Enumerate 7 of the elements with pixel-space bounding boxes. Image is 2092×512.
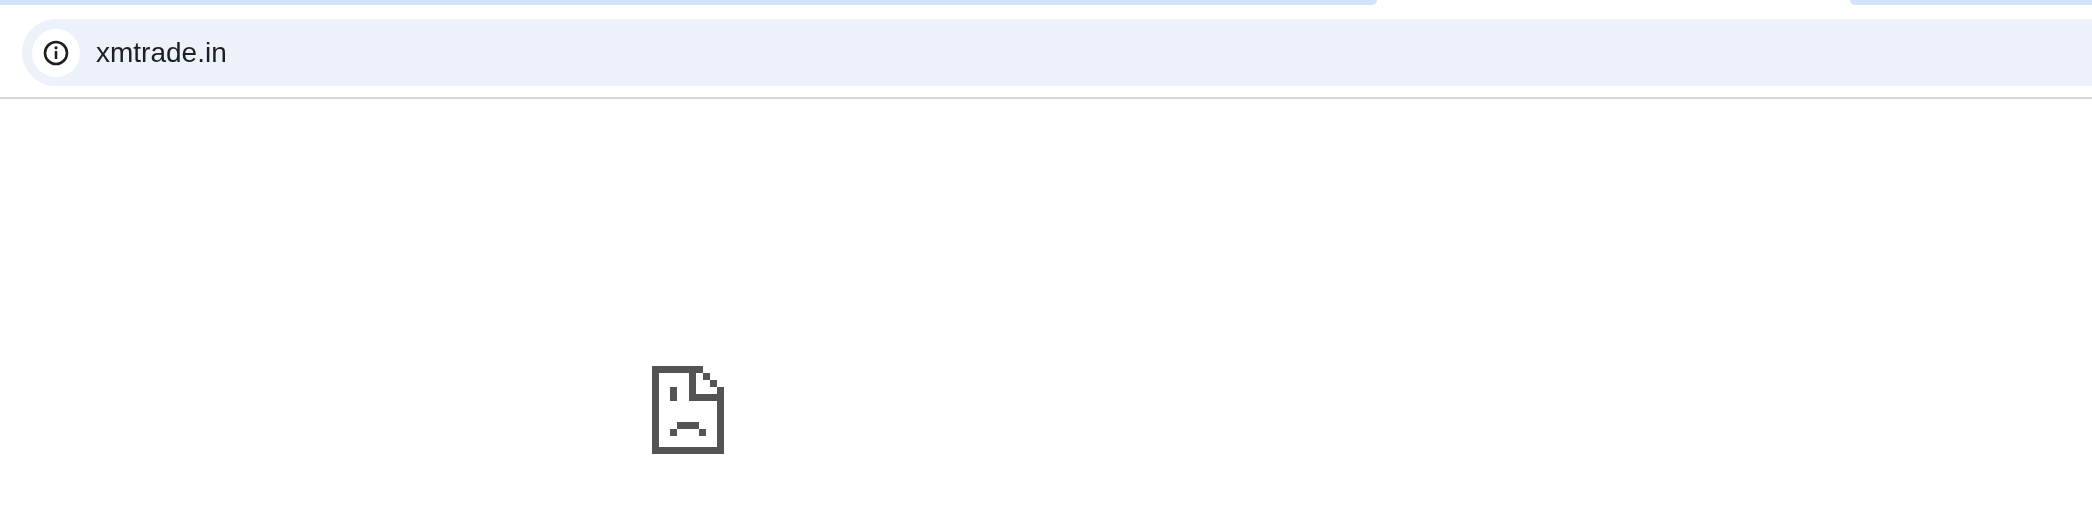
info-icon [43, 39, 69, 66]
site-info-button[interactable] [32, 28, 80, 77]
tab[interactable] [0, 0, 1377, 5]
sad-page-icon [652, 366, 724, 454]
tab[interactable] [1850, 0, 2092, 5]
address-bar[interactable]: xmtrade.in [22, 19, 2092, 86]
url-text: xmtrade.in [96, 35, 227, 70]
